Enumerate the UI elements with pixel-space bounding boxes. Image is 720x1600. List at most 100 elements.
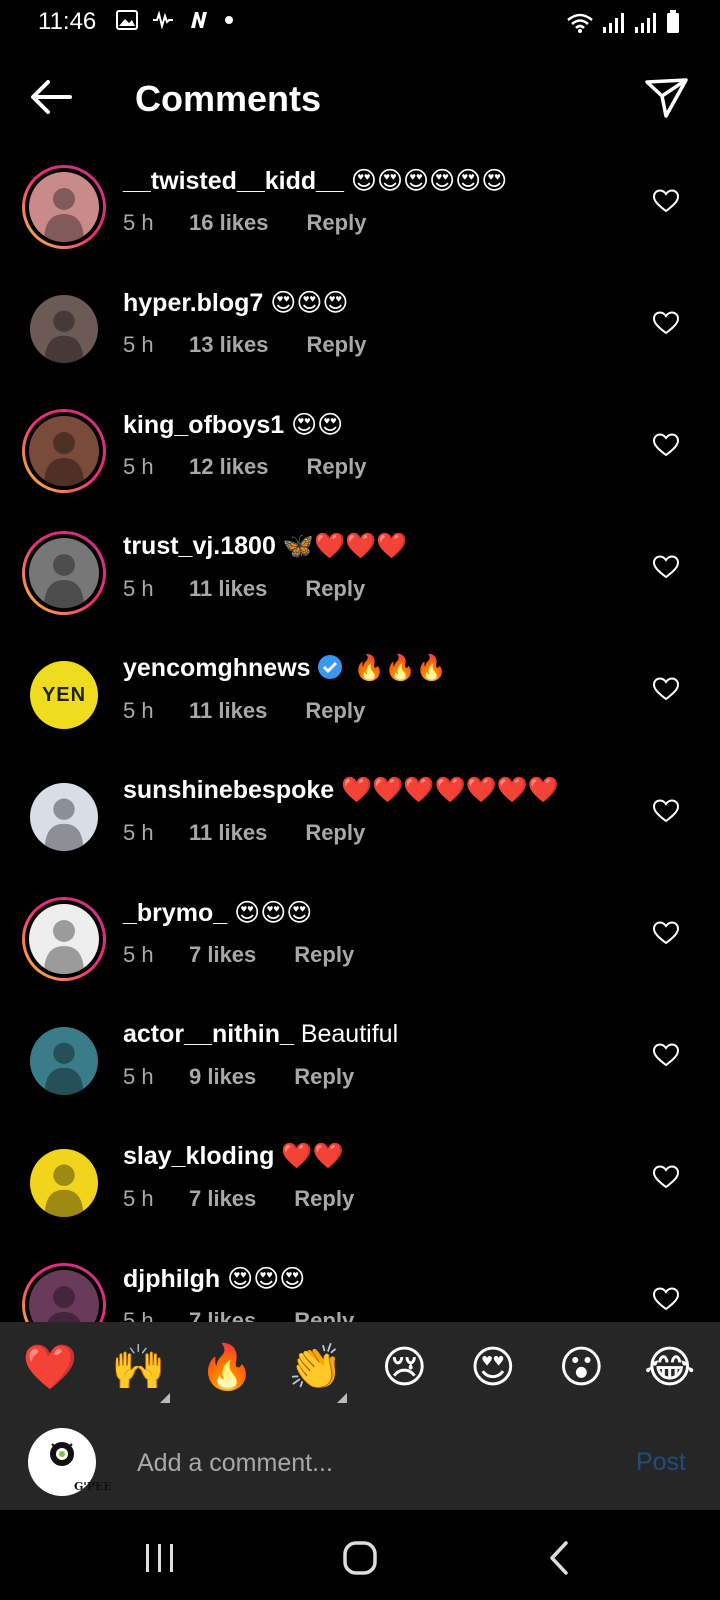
comment-body: 😍😍 <box>291 411 344 439</box>
comment-username[interactable]: hyper.blog7 <box>123 289 263 317</box>
comment-row: _brymo_ 😍😍😍 5 h 7 likes Reply <box>0 874 720 996</box>
avatar-story-ring[interactable] <box>22 409 106 493</box>
reply-button[interactable]: Reply <box>307 332 367 358</box>
reply-button[interactable]: Reply <box>294 1308 354 1322</box>
battery-icon <box>667 10 679 33</box>
comment-timestamp: 5 h <box>123 698 154 723</box>
reply-button[interactable]: Reply <box>307 210 367 236</box>
comment-meta: 5 h 7 likes Reply <box>123 942 354 968</box>
comment-meta: 5 h 9 likes Reply <box>123 1064 354 1090</box>
navigation-bar <box>0 1510 720 1600</box>
comment-likes-count[interactable]: 11 likes <box>189 698 267 724</box>
avatar <box>30 295 98 363</box>
comment-likes-count[interactable]: 11 likes <box>189 820 267 846</box>
heart-icon[interactable] <box>652 1042 680 1068</box>
reply-button[interactable]: Reply <box>294 1186 354 1212</box>
comment-likes-count[interactable]: 13 likes <box>189 332 269 358</box>
comment-timestamp: 5 h <box>123 1308 154 1322</box>
avatar-story-ring[interactable] <box>22 1263 106 1322</box>
comment-likes-count[interactable]: 7 likes <box>189 1186 256 1212</box>
avatar-person-icon <box>44 432 84 486</box>
reaction-emoji-button[interactable]: 😢 <box>369 1343 439 1393</box>
avatar-wrap[interactable] <box>22 287 106 371</box>
avatar-story-ring[interactable] <box>22 165 106 249</box>
profile-logo-text: G'PEE <box>74 1480 112 1493</box>
reply-button[interactable]: Reply <box>305 820 365 846</box>
avatar <box>29 172 99 242</box>
comment-row: trust_vj.1800 🦋❤️❤️❤️ 5 h 11 likes Reply <box>0 508 720 630</box>
reaction-emoji: 😍 <box>469 1343 516 1392</box>
avatar-wrap[interactable]: YEN <box>22 653 106 737</box>
heart-icon[interactable] <box>652 676 680 702</box>
comment-username[interactable]: sunshinebespoke <box>123 776 334 804</box>
comment-text: djphilgh 😍😍😍 <box>123 1264 305 1294</box>
heart-icon[interactable] <box>652 554 680 580</box>
comment-text: __twisted__kidd__ 😍😍😍😍😍😍 <box>123 166 507 196</box>
comment-username[interactable]: _brymo_ <box>123 899 227 927</box>
reply-button[interactable]: Reply <box>307 454 367 480</box>
heart-icon[interactable] <box>652 1286 680 1312</box>
back-nav-button[interactable] <box>540 1538 580 1578</box>
comment-meta: 5 h 16 likes Reply <box>123 210 366 236</box>
comment-timestamp: 5 h <box>123 942 154 967</box>
heart-icon[interactable] <box>652 432 680 458</box>
reaction-emoji-button[interactable]: ❤️ <box>15 1343 85 1393</box>
comment-username[interactable]: __twisted__kidd__ <box>123 167 344 195</box>
comment-text: _brymo_ 😍😍😍 <box>123 898 312 928</box>
status-left-icons <box>116 10 234 30</box>
comment-likes-count[interactable]: 9 likes <box>189 1064 256 1090</box>
avatar-story-ring[interactable] <box>22 897 106 981</box>
avatar-wrap[interactable] <box>22 775 106 859</box>
avatar-story-ring[interactable] <box>22 531 106 615</box>
reaction-emoji-button[interactable]: 🙌 <box>104 1343 174 1403</box>
reply-button[interactable]: Reply <box>294 1064 354 1090</box>
comment-timestamp: 5 h <box>123 332 154 357</box>
share-button[interactable] <box>642 72 692 122</box>
avatar-wrap[interactable] <box>22 1141 106 1225</box>
home-button[interactable] <box>340 1538 380 1578</box>
comment-username[interactable]: djphilgh <box>123 1265 220 1293</box>
comment-username[interactable]: trust_vj.1800 <box>123 532 276 560</box>
avatar-person-icon <box>44 1164 84 1217</box>
back-button[interactable] <box>26 72 76 122</box>
heart-icon[interactable] <box>652 798 680 824</box>
page-title: Comments <box>135 78 322 119</box>
comment-username[interactable]: yencomghnews <box>123 654 311 682</box>
reaction-emoji: 😮 <box>558 1343 605 1392</box>
reaction-emoji-button[interactable]: 😍 <box>458 1343 528 1393</box>
comment-input[interactable] <box>135 1442 599 1484</box>
reply-button[interactable]: Reply <box>294 942 354 968</box>
skin-tone-indicator <box>336 1393 347 1403</box>
reply-button[interactable]: Reply <box>305 698 365 724</box>
avatar <box>30 1149 98 1217</box>
comment-username[interactable]: actor__nithin_ <box>123 1020 294 1048</box>
comments-list[interactable]: __twisted__kidd__ 😍😍😍😍😍😍 5 h 16 likes Reply… <box>0 142 720 1322</box>
reaction-emoji-button[interactable]: 🔥 <box>192 1343 262 1393</box>
comment-likes-count[interactable]: 12 likes <box>189 454 269 480</box>
heart-icon[interactable] <box>652 188 680 214</box>
comment-row: __twisted__kidd__ 😍😍😍😍😍😍 5 h 16 likes Reply <box>0 142 720 264</box>
reaction-emoji-button[interactable]: 😮 <box>546 1343 616 1393</box>
reaction-emoji-button[interactable]: 😂 <box>635 1343 705 1393</box>
status-bar: 11:46 <box>0 0 720 46</box>
comment-body: 🦋❤️❤️❤️ <box>282 532 408 560</box>
recent-apps-button[interactable] <box>140 1538 180 1578</box>
comment-username[interactable]: king_ofboys1 <box>123 411 284 439</box>
comment-body: 🔥🔥🔥 <box>353 654 447 682</box>
comment-meta: 5 h 7 likes Reply <box>123 1308 354 1322</box>
reaction-emoji-button[interactable]: 👏 <box>281 1343 351 1403</box>
comment-timestamp: 5 h <box>123 210 154 235</box>
comment-timestamp: 5 h <box>123 1064 154 1089</box>
avatar <box>29 904 99 974</box>
comment-username[interactable]: slay_kloding <box>123 1142 274 1170</box>
comment-likes-count[interactable]: 16 likes <box>189 210 269 236</box>
comment-likes-count[interactable]: 7 likes <box>189 942 256 968</box>
comment-likes-count[interactable]: 7 likes <box>189 1308 256 1322</box>
avatar-wrap[interactable] <box>22 1019 106 1103</box>
heart-icon[interactable] <box>652 1164 680 1190</box>
heart-icon[interactable] <box>652 920 680 946</box>
reply-button[interactable]: Reply <box>305 576 365 602</box>
comment-likes-count[interactable]: 11 likes <box>189 576 267 602</box>
heart-icon[interactable] <box>652 310 680 336</box>
post-button[interactable]: Post <box>636 1448 686 1477</box>
